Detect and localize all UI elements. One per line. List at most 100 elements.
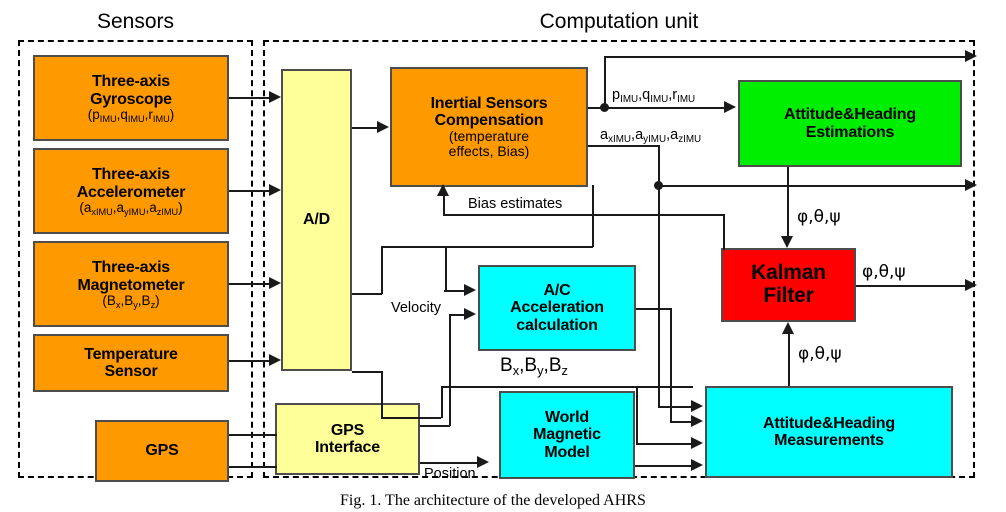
world-magnetic-line2: Magnetic [533, 426, 601, 444]
arrowhead-bias-into-inertial [437, 184, 449, 196]
label-velocity: Velocity [391, 300, 441, 316]
wire-inertial-accel-out [588, 145, 660, 147]
wire-ac-to-measurements [670, 421, 693, 423]
wire-adc-bottom-run [381, 417, 441, 419]
label-p-q-r-imu: pIMU,qIMU,rIMU [612, 87, 696, 105]
block-attitude-heading-measurements[interactable]: Attitude&Heading Measurements [705, 386, 953, 478]
arrowhead-into-ac-upper [464, 284, 476, 296]
block-analog-to-digital-converter[interactable]: A/D [281, 69, 352, 371]
kalman-line2: Filter [763, 284, 814, 307]
wire-magnetometer-to-adc [229, 283, 271, 285]
wire-gps-to-interface-top [229, 434, 277, 436]
wire-adc-velocity-top [352, 293, 382, 295]
gyroscope-line2: Gyroscope [90, 90, 172, 108]
accelerometer-subscript: (axIMU,ayIMU,azIMU) [79, 199, 183, 217]
temperature-line2: Sensor [104, 363, 158, 380]
wire-measurements-to-kalman [788, 333, 790, 386]
arrowhead-pqr-to-estimations [724, 101, 736, 113]
wire-gpsif-velocity-riser [449, 314, 451, 426]
label-euler-kalman-output: φ,θ,ψ [862, 262, 906, 282]
wire-bxyz-step [636, 386, 638, 444]
arrowhead-output-accel [965, 179, 977, 191]
world-magnetic-line1: World [544, 409, 590, 427]
arrowhead-ac-to-measurements [691, 415, 703, 427]
world-magnetic-line3: Model [544, 443, 590, 461]
wire-adc-velocity-drop [381, 246, 383, 294]
gps-interface-line2: Interface [315, 439, 380, 456]
block-three-axis-accelerometer[interactable]: Three-axis Accelerometer (axIMU,ayIMU,az… [33, 148, 229, 234]
wire-bias-riser [443, 193, 445, 215]
arrowhead-accel-to-measurements [691, 400, 703, 412]
wire-ac-upper-drop [445, 246, 447, 292]
inertial-compensation-sub1: (temperature [448, 128, 530, 145]
gps-label: GPS [145, 442, 179, 460]
arrowhead-adc-to-inertial-compensation [377, 121, 389, 133]
block-attitude-heading-estimations[interactable]: Attitude&Heading Estimations [738, 80, 962, 167]
wire-wmm-to-measurements [635, 465, 693, 467]
wire-pqr-branch-out [604, 56, 967, 58]
wire-bias-from-kalman [723, 214, 725, 250]
arrowhead-wmm-to-measurements [691, 459, 703, 471]
arrowhead-into-ac-lower [464, 308, 476, 320]
kalman-line1: Kalman [751, 261, 826, 285]
wire-bias-run [443, 214, 725, 216]
sensors-group-title: Sensors [96, 10, 175, 33]
wire-adc-bottom-out [352, 371, 382, 373]
block-ac-acceleration-calculation[interactable]: A/C Acceleration calculation [478, 265, 636, 351]
wire-gpsif-to-wmm [420, 462, 479, 464]
wire-bxyz-riser [441, 386, 443, 418]
arrowhead-temperature-to-adc [269, 354, 281, 366]
block-world-magnetic-model[interactable]: World Magnetic Model [499, 391, 635, 479]
arrowhead-gpsif-to-wmm [477, 456, 489, 468]
label-euler-estimations-to-kalman: φ,θ,ψ [797, 207, 841, 227]
label-position: Position [424, 466, 476, 482]
wire-adc-bottom-drop [381, 371, 383, 418]
inertial-compensation-sub2: effects, Bias) [448, 143, 530, 160]
label-bias-estimates: Bias estimates [468, 196, 563, 212]
wire-temperature-to-adc [229, 360, 271, 362]
arrowhead-output-pqr [965, 50, 977, 62]
wire-bxyz-run [441, 386, 693, 388]
label-a-xyz-imu: axIMU,ayIMU,azIMU [600, 127, 702, 145]
arrowhead-magnetometer-to-adc [269, 277, 281, 289]
gps-interface-line1: GPS [330, 421, 365, 439]
wire-accel-to-output [658, 185, 967, 187]
block-temperature-sensor[interactable]: Temperature Sensor [33, 334, 229, 392]
wire-gps-to-interface-bottom [229, 466, 277, 468]
wire-adc-to-inertial-compensation [352, 127, 378, 129]
magnetometer-line1: Three-axis [91, 259, 171, 277]
ac-acceleration-line2: Acceleration [510, 299, 604, 317]
block-three-axis-magnetometer[interactable]: Three-axis Magnetometer (Bx,By,Bz) [33, 241, 229, 327]
attitude-estimations-line2: Estimations [805, 123, 895, 141]
label-b-xyz: Bx,By,Bz [500, 355, 568, 378]
block-kalman-filter[interactable]: Kalman Filter [721, 248, 856, 322]
wire-accel-to-adc [229, 190, 271, 192]
block-inertial-sensors-compensation[interactable]: Inertial Sensors Compensation (temperatu… [390, 67, 588, 187]
wire-kalman-output [856, 285, 967, 287]
attitude-measurements-line2: Measurements [774, 432, 884, 449]
wire-gyro-to-adc [229, 97, 271, 99]
ac-acceleration-line3: calculation [516, 316, 598, 334]
wire-ac-drop [670, 308, 672, 422]
ac-acceleration-line1: A/C [543, 282, 571, 300]
accelerometer-line1: Three-axis [91, 166, 171, 184]
block-three-axis-gyroscope[interactable]: Three-axis Gyroscope (pIMU,qIMU,rIMU) [33, 55, 229, 141]
block-gps-interface[interactable]: GPS Interface [275, 403, 420, 475]
computation-unit-group-title: Computation unit [539, 10, 699, 33]
gyroscope-subscript: (pIMU,qIMU,rIMU) [87, 106, 175, 124]
wire-accel-to-measurements [658, 406, 693, 408]
wire-gpsif-velocity-out [420, 425, 450, 427]
inertial-compensation-line1: Inertial Sensors [430, 94, 548, 112]
temperature-line1: Temperature [84, 345, 178, 363]
inertial-compensation-line2: Compensation [434, 111, 544, 129]
arrowhead-gyro-to-adc [269, 91, 281, 103]
block-gps[interactable]: GPS [95, 420, 229, 482]
wire-ac-out [636, 308, 672, 310]
wire-bxyz-into-measurements [636, 443, 693, 445]
accelerometer-line2: Accelerometer [76, 183, 186, 201]
magnetometer-line2: Magnetometer [77, 276, 185, 294]
wire-pqr-branch-up [604, 56, 606, 108]
wire-adc-to-ac-top [381, 246, 593, 248]
attitude-measurements-line1: Attitude&Heading [763, 414, 895, 432]
ahrs-architecture-diagram: Sensors Computation unit Three-axis Gyro… [0, 0, 1006, 512]
